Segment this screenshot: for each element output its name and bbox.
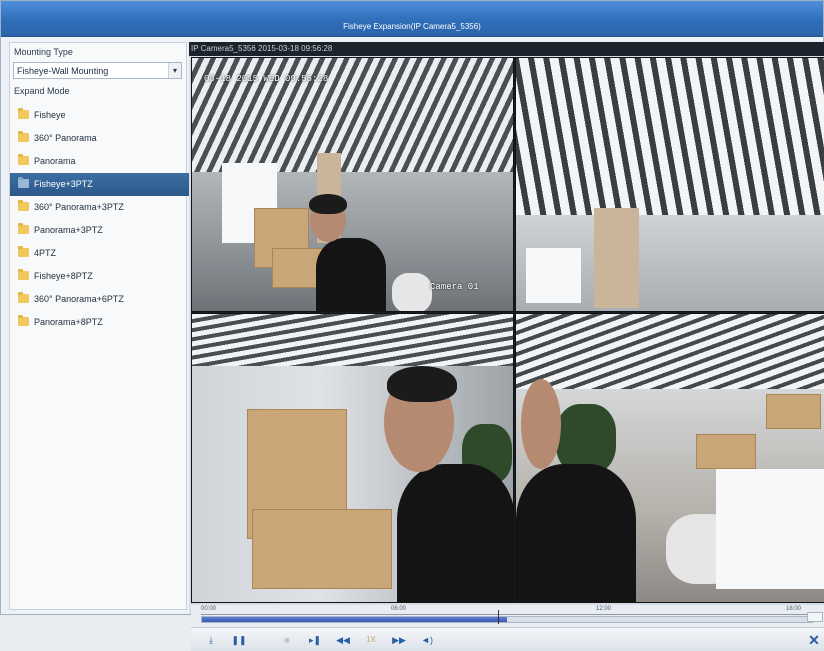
video-area: IP Camera5_5356 2015-03-18 09:56:28 03-1… [189, 42, 824, 651]
timeline-tick-label: 12:00 [596, 606, 612, 612]
timeline-tick-label: 06:00 [391, 606, 407, 612]
folder-icon [18, 131, 29, 142]
osd-date-time: 03-18 2015 WED 09:56:28 [204, 74, 329, 84]
mode-item-fisheye[interactable]: Fisheye [10, 104, 186, 127]
scene-desk [716, 469, 824, 589]
mode-item-panorama-3ptz[interactable]: Panorama+3PTZ [10, 219, 186, 242]
video-pane-ptz-1[interactable] [515, 57, 824, 312]
mode-item-label: 360° Panorama [34, 133, 97, 143]
slow-icon[interactable]: ◀◀ [333, 632, 353, 648]
video-grid: 03-18 2015 WED 09:56:28 Camera 01 [191, 57, 824, 603]
speed-indicator: 1X [366, 635, 376, 644]
window-title: Fisheye Expansion(IP Camera5_5356) [343, 22, 481, 31]
pause-icon[interactable]: ❚❚ [229, 632, 249, 648]
scene-person-hair [387, 366, 457, 402]
sidebar: Mounting Type Fisheye-Wall Mounting ▾ Ex… [9, 42, 190, 610]
mode-item-label: Fisheye+8PTZ [34, 271, 93, 281]
mode-item-label: 4PTZ [34, 248, 57, 258]
timeline-cursor[interactable] [498, 610, 499, 624]
scene-box [696, 434, 756, 469]
scene-person [316, 238, 386, 311]
mode-item-label: 360° Panorama+6PTZ [34, 294, 124, 304]
stop-icon[interactable]: ■ [277, 632, 297, 648]
mode-item-panorama-8ptz[interactable]: Panorama+8PTZ [10, 311, 186, 334]
scene-window [526, 248, 581, 303]
scene-person [516, 464, 636, 602]
video-pane-ptz-3[interactable] [515, 313, 824, 603]
mounting-type-select[interactable]: Fisheye-Wall Mounting ▾ [13, 62, 182, 79]
folder-icon [18, 246, 29, 257]
mode-item-label: Panorama [34, 156, 76, 166]
folder-icon [18, 108, 29, 119]
mode-item-fisheye-3ptz[interactable]: Fisheye+3PTZ [10, 173, 190, 196]
scene-pillar [594, 208, 639, 308]
download-icon[interactable]: ⤓ [201, 632, 221, 648]
mode-item-4ptz[interactable]: 4PTZ [10, 242, 186, 265]
step-forward-icon[interactable]: ▸❚ [305, 632, 325, 648]
folder-icon [18, 292, 29, 303]
scene-person-head [521, 379, 561, 469]
fast-icon[interactable]: ▶▶ [389, 632, 409, 648]
timeline-tick-label: 18:00 [786, 606, 802, 612]
playback-timeline[interactable]: 00:00 06:00 12:00 18:00 [191, 605, 824, 626]
mode-item-label: Fisheye+3PTZ [34, 179, 93, 189]
expand-mode-list: Fisheye 360° Panorama Panorama Fisheye+3… [10, 104, 190, 334]
scene-ceiling [192, 314, 513, 366]
mode-item-label: Fisheye [34, 110, 66, 120]
video-pane-ptz-2[interactable] [191, 313, 514, 603]
timeline-progress [202, 617, 507, 622]
close-icon[interactable]: ✕ [805, 631, 823, 649]
folder-icon [18, 315, 29, 326]
playback-toolbar: ⤓ ❚❚ ■ ▸❚ ◀◀ 1X ▶▶ ◄) ✕ [191, 627, 824, 651]
mode-item-360-panorama-6ptz[interactable]: 360° Panorama+6PTZ [10, 288, 186, 311]
camera-timestamp: IP Camera5_5356 2015-03-18 09:56:28 [191, 44, 333, 53]
scene-box [766, 394, 821, 429]
scene-box [252, 509, 392, 589]
video-header: IP Camera5_5356 2015-03-18 09:56:28 [189, 42, 824, 56]
volume-icon[interactable]: ◄) [417, 632, 437, 648]
folder-icon [18, 269, 29, 280]
expand-mode-label: Expand Mode [14, 86, 70, 96]
scene-chair [392, 273, 432, 311]
timeline-ticks: 00:00 06:00 12:00 18:00 [201, 606, 811, 615]
scene-ceiling [516, 58, 824, 215]
folder-icon [18, 154, 29, 165]
mode-item-360-panorama-3ptz[interactable]: 360° Panorama+3PTZ [10, 196, 186, 219]
mode-item-label: Panorama+8PTZ [34, 317, 103, 327]
timeline-tick-label: 00:00 [201, 606, 217, 612]
mode-item-panorama[interactable]: Panorama [10, 150, 186, 173]
timeline-bar[interactable] [201, 616, 813, 623]
video-pane-fisheye[interactable]: 03-18 2015 WED 09:56:28 Camera 01 [191, 57, 514, 312]
osd-camera-name: Camera 01 [430, 282, 479, 292]
folder-icon [18, 200, 29, 211]
fisheye-expansion-window: Fisheye Expansion(IP Camera5_5356) Mount… [0, 0, 824, 651]
mode-item-360-panorama[interactable]: 360° Panorama [10, 127, 186, 150]
mode-item-label: Panorama+3PTZ [34, 225, 103, 235]
mode-item-label: 360° Panorama+3PTZ [34, 202, 124, 212]
mounting-type-value: Fisheye-Wall Mounting [17, 66, 109, 76]
timeline-scroll-thumb[interactable] [807, 612, 823, 622]
scene-person-hair [309, 194, 347, 214]
mode-item-fisheye-8ptz[interactable]: Fisheye+8PTZ [10, 265, 186, 288]
scene-ceiling [516, 314, 824, 389]
mounting-type-label: Mounting Type [14, 47, 73, 57]
folder-icon [18, 223, 29, 234]
scene-person [397, 464, 513, 602]
chevron-down-icon[interactable]: ▾ [168, 63, 181, 78]
folder-icon [18, 177, 29, 188]
title-bar: Fisheye Expansion(IP Camera5_5356) [1, 1, 823, 37]
